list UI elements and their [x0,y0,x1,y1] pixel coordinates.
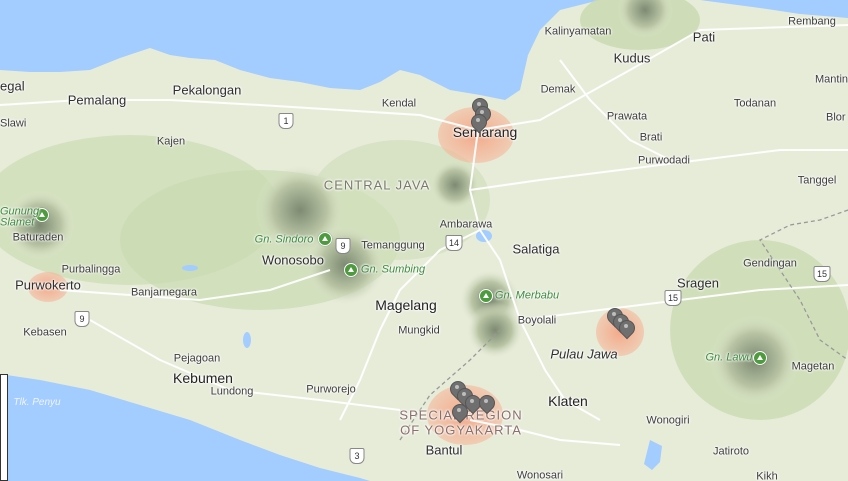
city-label-pejagoan[interactable]: Pejagoan [174,353,221,365]
city-label-pemalang[interactable]: Pemalang [68,94,127,107]
city-label-brati[interactable]: Brati [640,132,663,144]
city-label-rembang[interactable]: Rembang [788,16,836,28]
region-label-yogyakarta-line2: OF YOGYAKARTA [400,422,522,438]
mountain-peak-icon[interactable] [318,232,332,246]
city-label-kudus[interactable]: Kudus [614,52,651,65]
city-label-wonosari[interactable]: Wonosari [517,470,563,481]
city-label-boyolali[interactable]: Boyolali [518,315,557,327]
city-label-banjarnegara[interactable]: Banjarnegara [131,287,197,299]
water-label-tlk-penyu: Tlk. Penyu [13,397,61,408]
road-shield: 1 [278,113,294,129]
label-pulau-jawa[interactable]: Pulau Jawa [550,348,617,361]
map-marker-yogyakarta[interactable] [465,395,479,409]
mountain-label-sindoro[interactable]: Gn. Sindoro [255,234,314,246]
road-shield: 3 [349,448,365,464]
map-marker-semarang[interactable] [471,114,485,128]
mountain-peak-icon[interactable] [753,351,767,365]
map-canvas[interactable]: CENTRAL JAVA SPECIAL REGION OF YOGYAKART… [0,0,848,481]
city-label-pekalongan[interactable]: Pekalongan [173,84,242,97]
city-label-lundong[interactable]: Lundong [211,386,254,398]
region-label-central-java: CENTRAL JAVA [323,177,431,193]
city-label-tegal[interactable]: egal [0,80,25,93]
city-label-blora[interactable]: Blor [826,112,846,124]
mountain-peak-icon[interactable] [344,263,358,277]
city-label-klaten[interactable]: Klaten [548,394,588,408]
city-label-kikh[interactable]: Kikh [756,471,777,481]
road-shield: 9 [335,238,351,254]
city-label-kalinyamatan[interactable]: Kalinyamatan [545,26,612,38]
city-label-magetan[interactable]: Magetan [792,361,835,373]
city-label-purwodadi[interactable]: Purwodadi [638,155,690,167]
mountain-label-lawu[interactable]: Gn. Lawu [705,352,752,364]
city-label-pati[interactable]: Pati [693,31,715,44]
city-label-mungkid[interactable]: Mungkid [398,325,440,337]
mountain-peak-icon[interactable] [479,289,493,303]
city-label-wonogiri[interactable]: Wonogiri [646,415,689,427]
city-label-jatiroto[interactable]: Jatiroto [713,446,749,458]
city-label-demak[interactable]: Demak [541,84,576,96]
city-label-purbalingga[interactable]: Purbalingga [62,264,121,276]
side-panel-edge[interactable] [0,374,8,481]
city-label-wonosobo[interactable]: Wonosobo [262,254,324,267]
city-label-gendingan[interactable]: Gendingan [743,258,797,270]
city-label-bantul[interactable]: Bantul [426,444,463,457]
city-label-tanggel[interactable]: Tanggel [798,175,837,187]
city-label-baturaden[interactable]: Baturaden [13,232,64,244]
map-marker-sragen[interactable] [619,320,633,334]
map-marker-yogyakarta[interactable] [479,395,493,409]
mountain-label-merbabu[interactable]: Gn. Merbabu [495,290,559,302]
city-label-todanan[interactable]: Todanan [734,98,776,110]
city-label-kajen[interactable]: Kajen [157,136,185,148]
mountain-label-sumbing[interactable]: Gn. Sumbing [361,264,425,276]
road-shield: 15 [664,290,682,306]
road-shield: 9 [74,311,90,327]
city-label-temanggung[interactable]: Temanggung [361,240,425,252]
city-label-prawata[interactable]: Prawata [607,111,647,123]
city-label-mantin[interactable]: Mantin [815,74,848,86]
java-sea [0,0,848,100]
city-label-salatiga[interactable]: Salatiga [513,243,560,256]
city-label-purworejo[interactable]: Purworejo [306,384,356,396]
city-label-kebumen[interactable]: Kebumen [173,371,233,385]
city-label-slawi[interactable]: Slawi [0,118,26,130]
map-marker-yogyakarta[interactable] [452,404,466,418]
city-label-kebasen[interactable]: Kebasen [23,327,66,339]
city-label-kendal[interactable]: Kendal [382,98,416,110]
city-label-sragen[interactable]: Sragen [677,277,719,290]
road-shield: 15 [813,266,831,282]
mountain-label-slamet-line2[interactable]: Slamet [0,217,34,229]
city-label-purwokerto[interactable]: Purwokerto [15,279,81,292]
city-label-ambarawa[interactable]: Ambarawa [440,219,493,231]
road-shield: 14 [445,235,463,251]
city-label-magelang[interactable]: Magelang [375,298,437,312]
